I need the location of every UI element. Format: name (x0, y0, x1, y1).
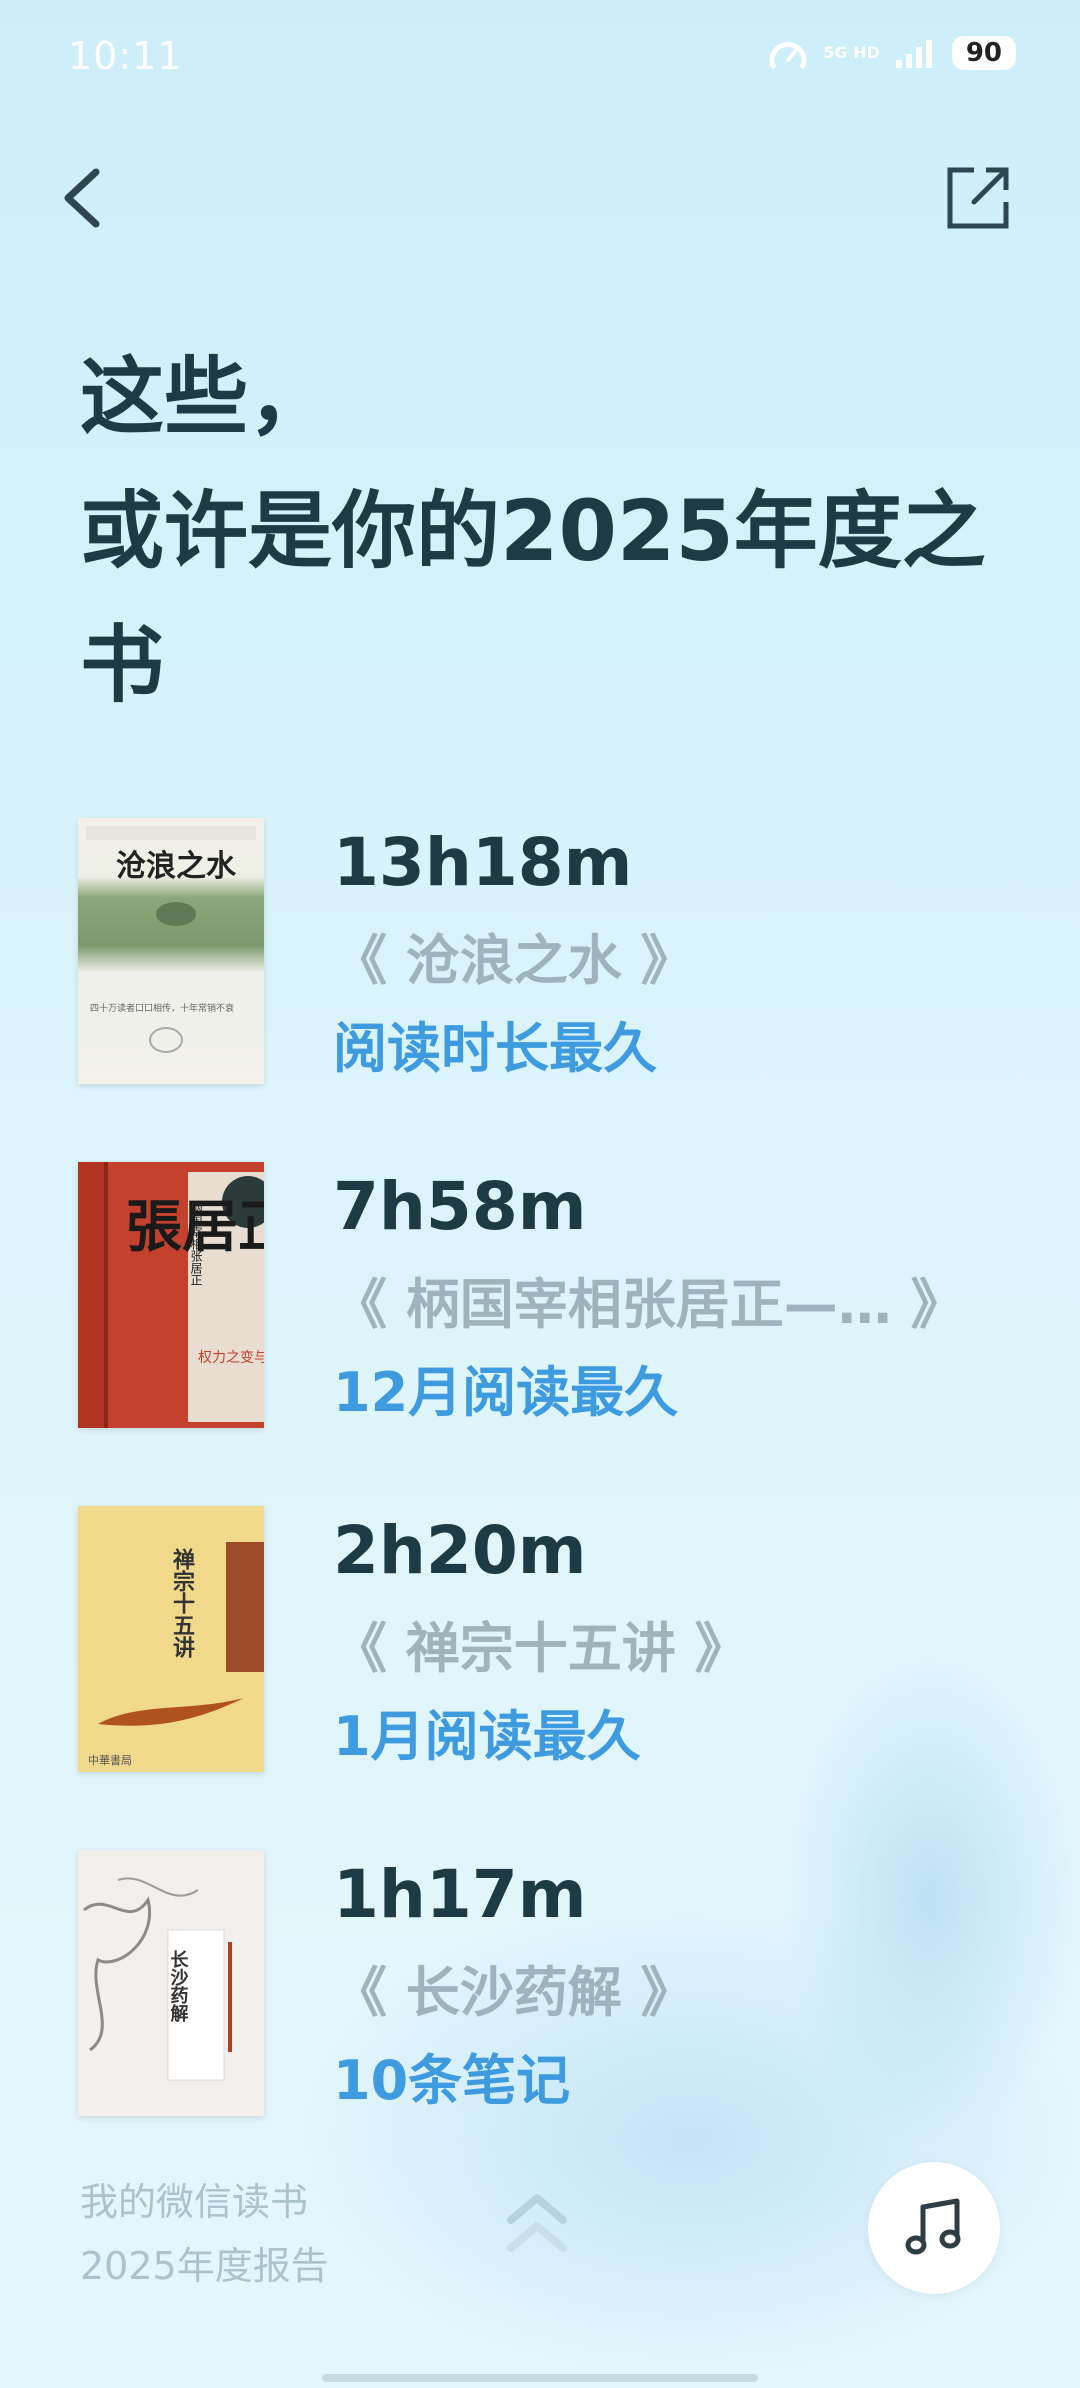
reading-time: 2h20m (333, 1512, 587, 1589)
book-tag: 10条笔记 (333, 2049, 571, 2112)
music-note-icon (905, 2198, 961, 2255)
book-tag: 1月阅读最久 (333, 1705, 641, 1768)
report-caption: 我的微信读书 2025年度报告 (80, 2170, 329, 2298)
status-bar: 10:11 5G HD 90 (0, 0, 1080, 110)
book-item[interactable]: 張居正 柄国宰相张居正 权力之变与改革人生 7h58m 《 柄国宰相张居正—… … (78, 1162, 1078, 1432)
title-line: 这些， (80, 348, 333, 446)
book-item[interactable]: 长沙药解 1h17m 《 长沙药解 》 10条笔记 (78, 1850, 1078, 2120)
title-line: 书 (80, 616, 165, 714)
book-title: 《 柄国宰相张居正—… 》 (333, 1273, 965, 1336)
status-time: 10:11 (68, 34, 183, 78)
double-chevron-up-icon[interactable] (505, 2190, 569, 2260)
music-button[interactable] (868, 2162, 1000, 2294)
chevron-left-icon[interactable] (56, 162, 116, 234)
book-cover: 禅宗十五讲 中華書局 (78, 1506, 264, 1772)
cover-title: 沧浪之水 (116, 849, 237, 884)
cover-subtitle: 四十万读者口口相传，十年常销不衰 (90, 1002, 234, 1014)
cover-title: 禅宗十五讲 (169, 1547, 196, 1659)
book-cover: 长沙药解 (78, 1850, 264, 2116)
book-tag: 12月阅读最久 (333, 1361, 679, 1424)
book-title: 《 长沙药解 》 (333, 1961, 695, 2024)
book-title: 《 禅宗十五讲 》 (333, 1617, 749, 1680)
book-cover: 張居正 柄国宰相张居正 权力之变与改革人生 (78, 1162, 264, 1428)
cover-note: 权力之变与改革人生 (198, 1350, 264, 1366)
reading-time: 1h17m (333, 1856, 587, 1933)
title-line: 或许是你的2025年度之 (80, 482, 986, 580)
svg-text:中華書局: 中華書局 (88, 1753, 132, 1767)
home-indicator[interactable] (322, 2374, 758, 2382)
battery-indicator: 90 (951, 36, 1016, 70)
cover-subtitle: 柄国宰相张居正 (189, 1202, 203, 1286)
share-icon[interactable] (944, 164, 1012, 232)
status-icons: 5G HD 90 (767, 36, 1016, 70)
book-tag: 阅读时长最久 (333, 1017, 657, 1080)
speed-icon (769, 42, 807, 69)
report-caption-line: 2025年度报告 (80, 2244, 329, 2288)
book-title: 《 沧浪之水 》 (333, 929, 695, 992)
book-cover: 沧浪之水 四十万读者口口相传，十年常销不衰 (78, 818, 264, 1084)
signal-icon (895, 40, 932, 68)
reading-time: 7h58m (333, 1168, 587, 1245)
report-caption-line: 我的微信读书 (80, 2180, 309, 2224)
book-item[interactable]: 沧浪之水 四十万读者口口相传，十年常销不衰 13h18m 《 沧浪之水 》 阅读… (78, 818, 1078, 1088)
reading-time: 13h18m (333, 824, 633, 901)
book-item[interactable]: 禅宗十五讲 中華書局 2h20m 《 禅宗十五讲 》 1月阅读最久 (78, 1506, 1078, 1776)
page-title: 这些， 或许是你的2025年度之 书 (80, 330, 1020, 732)
cover-title: 长沙药解 (168, 1950, 189, 2023)
network-type: 5G HD (823, 43, 880, 62)
